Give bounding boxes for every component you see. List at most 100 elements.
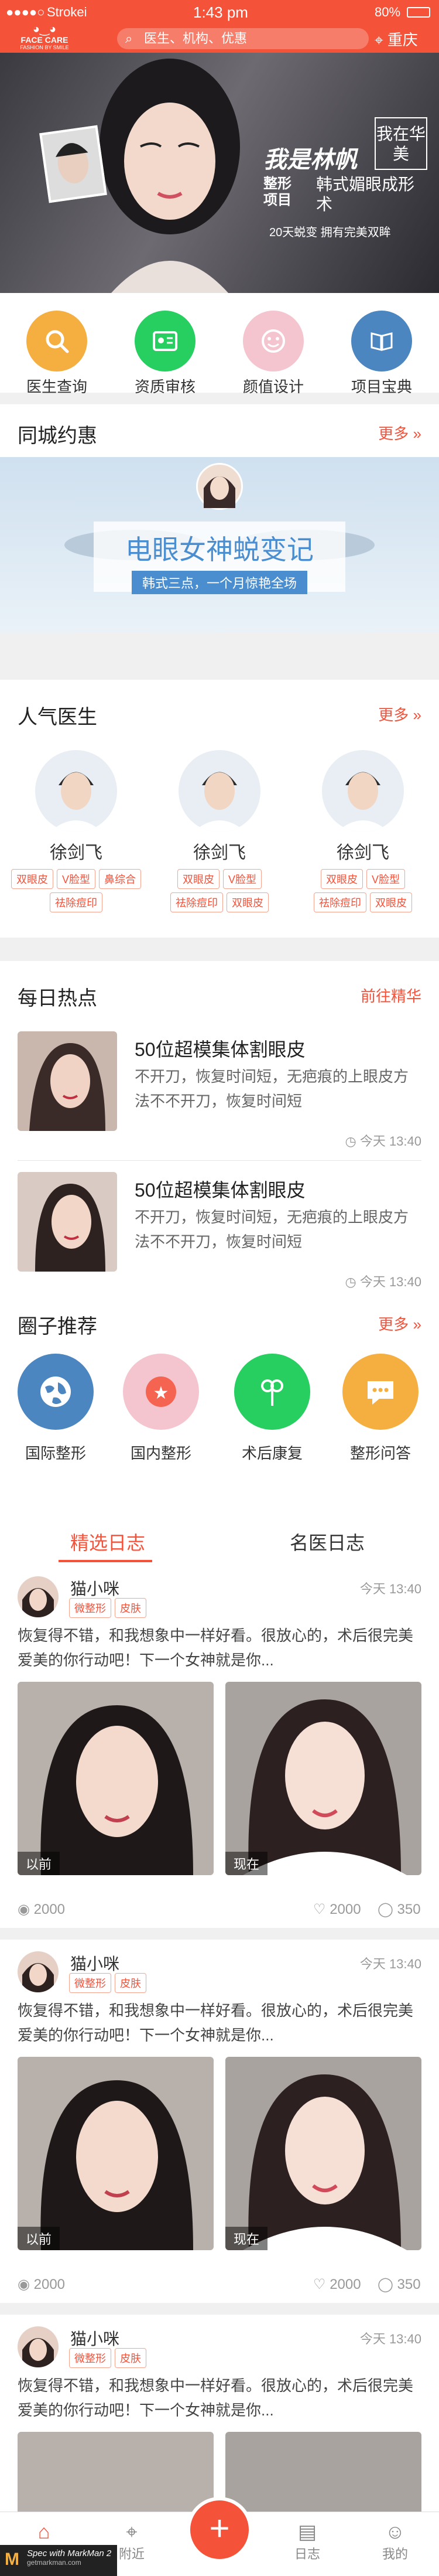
banner-headline: 我是林帆 <box>263 147 357 173</box>
doctor-name: 徐剑飞 <box>193 843 246 863</box>
diary-tabs: 精选日志 名医日志 <box>0 1518 439 1565</box>
quick-nav-label: 项目宝典 <box>351 378 412 396</box>
diary-card[interactable]: 猫小咪 微整形 皮肤 今天 13:40 恢复得不错，和我想象中一样好看。很放心的，… <box>0 1565 439 1893</box>
doctor-tags: 双眼皮 V脸型 鼻综合祛除痘印 <box>9 867 143 914</box>
heart-icon: ♡ <box>313 1902 326 1917</box>
avatar[interactable] <box>18 1576 59 1617</box>
after-photo[interactable]: 现在 <box>225 1682 421 1875</box>
divider <box>18 1160 421 1161</box>
doctor-card[interactable]: 徐剑飞 双眼皮 V脸型祛除痘印 双眼皮 <box>152 750 287 914</box>
before-photo[interactable] <box>18 2432 214 2520</box>
globe-icon <box>40 1376 71 1407</box>
before-label: 以前 <box>18 1852 60 1875</box>
doctor-tags: 双眼皮 V脸型祛除痘印 双眼皮 <box>152 867 287 914</box>
after-photo[interactable] <box>225 2432 421 2520</box>
avatar[interactable] <box>18 2326 59 2367</box>
tab-active-underline <box>59 1560 152 1562</box>
more-link[interactable]: 更多 » <box>378 1313 421 1334</box>
project-guide-button[interactable] <box>351 311 412 372</box>
diary-text: 恢复得不错，和我想象中一样好看。很放心的，术后很完美爱美的你行动吧！下一个女神就… <box>18 2377 414 2419</box>
face-design-button[interactable] <box>243 311 304 372</box>
top-header: ●●●●○ Strokei 1:43 pm 80% ◕‿◕ FACE CARE … <box>0 0 439 53</box>
city-label: 重庆 <box>387 31 418 49</box>
publish-button[interactable]: + <box>190 2500 249 2559</box>
doctor-name: 徐剑飞 <box>337 843 389 863</box>
mask-icon: ◕‿◕ <box>32 23 57 36</box>
view-count: ◉ 2000 <box>18 2277 66 2292</box>
banner-badge: 我在华美 <box>375 117 427 170</box>
nearby-section: 同城约惠 更多 » 电眼女神蜕变记 韩式三点，一个月惊艳全场 <box>0 404 439 633</box>
circle-qa[interactable] <box>342 1354 419 1430</box>
daily-hot-section: 每日热点 前往精华 50位超模集体割眼皮 不开刀，恢复时间短，无疤痕的上眼皮方法… <box>0 961 439 1301</box>
doctor-card[interactable]: 徐剑飞 双眼皮 V脸型 鼻综合祛除痘印 <box>9 750 143 914</box>
tab-featured-diary[interactable]: 精选日志 <box>70 1528 145 1555</box>
promo-card: 电眼女神蜕变记 韩式三点，一个月惊艳全场 <box>94 522 345 594</box>
after-photo[interactable]: 现在 <box>225 2057 421 2250</box>
quick-nav: 医生查询 资质审核 颜值设计 项目宝典 <box>0 293 439 396</box>
article-thumbnail <box>18 1031 117 1131</box>
user-icon: ☺ <box>385 2521 406 2543</box>
diary-card[interactable]: 猫小咪 微整形 皮肤 今天 13:40 恢复得不错，和我想象中一样好看。很放心的，… <box>0 1940 439 2268</box>
status-bar: ●●●●○ Strokei 1:43 pm 80% <box>0 0 439 23</box>
stars-icon: ★ <box>146 1376 176 1407</box>
search-bar[interactable]: ⌕ 医生、机构、优惠 <box>117 28 369 49</box>
search-input[interactable]: 医生、机构、优惠 <box>144 31 247 46</box>
heart-icon: ♡ <box>313 2277 326 2292</box>
comment-icon: ◯ <box>378 1902 393 1917</box>
diary-text: 恢复得不错，和我想象中一样好看。很放心的，术后很完美爱美的你行动吧！下一个女神就… <box>18 2002 414 2044</box>
article-item[interactable]: 50位超模集体割眼皮 不开刀，恢复时间短，无疤痕的上眼皮方法不不开刀，恢复时间短… <box>0 1166 439 1295</box>
tab-profile[interactable]: ☺ 我的 <box>366 2520 424 2563</box>
flower-icon <box>261 1379 283 1406</box>
doctor-card[interactable]: 徐剑飞 双眼皮 V脸型祛除痘印 双眼皮 <box>296 750 430 914</box>
clock-icon: ◷ <box>345 1134 356 1149</box>
doctors-section: 人气医生 更多 » 徐剑飞 双眼皮 V脸型 鼻综合祛除痘印 徐剑飞 双眼皮 V脸型祛除… <box>0 680 439 938</box>
promo-banner[interactable]: 电眼女神蜕变记 韩式三点，一个月惊艳全场 <box>0 457 439 633</box>
qualification-button[interactable] <box>135 311 196 372</box>
markman-logo-icon: M <box>5 2550 19 2569</box>
more-link[interactable]: 更多 » <box>378 422 421 444</box>
article-time: ◷ 今天 13:40 <box>345 1275 422 1289</box>
more-link[interactable]: 前往精华 <box>361 984 421 1006</box>
clock-icon: ◷ <box>345 1275 356 1289</box>
after-label: 现在 <box>225 2227 268 2250</box>
circle-recovery[interactable] <box>234 1354 310 1430</box>
search-icon <box>46 330 69 353</box>
comment-button[interactable]: ◯ 350 <box>378 2276 421 2293</box>
clock: 1:43 pm <box>193 4 248 21</box>
book-icon <box>371 332 393 351</box>
chevron-right-icon: » <box>413 425 421 442</box>
signal-icon: ●●●●○ <box>6 5 45 19</box>
search-icon: ⌕ <box>125 31 133 46</box>
doctor-name: 徐剑飞 <box>50 843 102 863</box>
svg-text:★: ★ <box>153 1383 169 1403</box>
circle-label: 整形问答 <box>349 1444 411 1462</box>
promo-subtitle: 韩式三点，一个月惊艳全场 <box>131 571 307 594</box>
comment-button[interactable]: ◯ 350 <box>378 1901 421 1918</box>
section-title: 圈子推荐 <box>18 1316 97 1338</box>
diary-icon: ▤ <box>297 2521 317 2543</box>
circle-label: 国内整形 <box>130 1444 191 1462</box>
article-summary: 不开刀，恢复时间短，无疤痕的上眼皮方法不不开刀，恢复时间短 <box>135 1208 409 1250</box>
section-title: 人气医生 <box>18 706 97 728</box>
circle-international[interactable] <box>18 1354 94 1430</box>
before-photo[interactable]: 以前 <box>18 1682 214 1875</box>
hero-banner[interactable]: 我是林帆 我在华美 整形 项目 韩式媚眼成形术 20天蜕变 拥有完美双眸 <box>0 53 439 293</box>
battery-icon <box>407 7 430 18</box>
more-link[interactable]: 更多 » <box>378 703 421 725</box>
tab-doctor-diary[interactable]: 名医日志 <box>290 1528 365 1555</box>
article-item[interactable]: 50位超模集体割眼皮 不开刀，恢复时间短，无疤痕的上眼皮方法不不开刀，恢复时间短… <box>0 1025 439 1154</box>
circle-domestic[interactable]: ★ <box>123 1354 199 1430</box>
avatar[interactable] <box>18 1951 59 1992</box>
eye-icon: ◉ <box>18 1902 30 1917</box>
city-selector[interactable]: ⌖ 重庆 <box>375 28 418 50</box>
before-photo[interactable]: 以前 <box>18 2057 214 2250</box>
like-button[interactable]: ♡ 2000 <box>313 2276 361 2293</box>
doctor-avatar <box>322 750 404 832</box>
tab-diary[interactable]: ▤ 日志 <box>278 2520 337 2563</box>
article-thumbnail <box>18 1172 117 1272</box>
article-time: ◷ 今天 13:40 <box>345 1134 422 1149</box>
before-thumbnail <box>39 125 107 203</box>
logo[interactable]: ◕‿◕ FACE CARE FASHION BY SMILE <box>9 23 80 53</box>
like-button[interactable]: ♡ 2000 <box>313 1901 361 1918</box>
doctor-search-button[interactable] <box>26 311 87 372</box>
